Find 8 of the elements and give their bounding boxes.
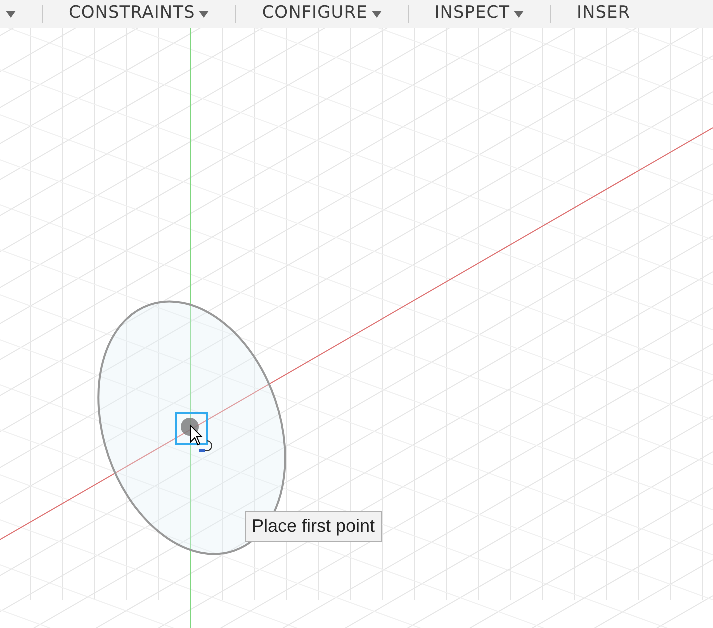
toolbar-menu[interactable]: CONFIGURE: [262, 1, 382, 27]
toolbar-menu[interactable]: INSER: [577, 1, 631, 27]
toolbar-menu[interactable]: INSPECT: [434, 1, 524, 27]
point-marker-icon: [175, 412, 208, 445]
toolbar-menu[interactable]: CONSTRAINTS: [69, 1, 210, 27]
caret-icon: [6, 10, 16, 18]
tooltip: Place first point: [245, 511, 382, 542]
cursor-icon: [190, 424, 212, 452]
